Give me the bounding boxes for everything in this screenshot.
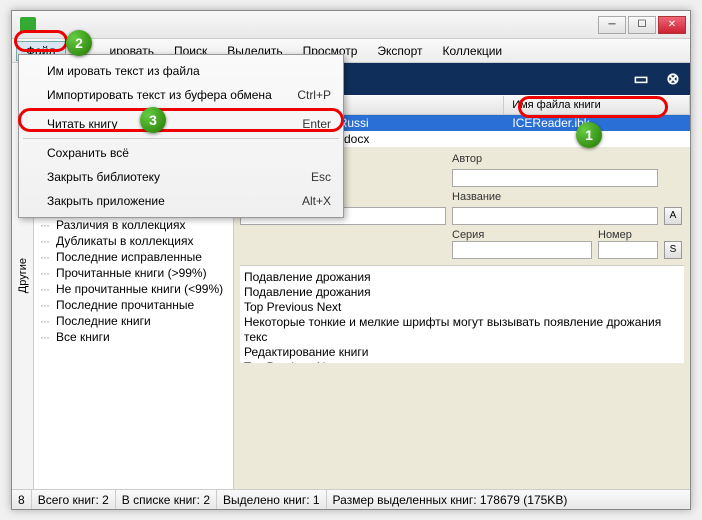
menu-close-app[interactable]: Закрыть приложение Alt+X [19,189,343,213]
file-menu-dropdown: Им ировать текст из файла Импортировать … [18,54,344,218]
tree-item[interactable]: Последние исправленные [42,249,225,265]
status-selected: Выделено книг: 1 [217,490,327,509]
tree-item[interactable]: Все книги [42,329,225,345]
input-author[interactable] [452,169,658,187]
text-line: Top Previous Next [244,360,680,363]
tree-item[interactable]: Последние книги [42,313,225,329]
menu-label: Закрыть библиотеку [47,170,160,184]
menu-save-all[interactable]: Сохранить всё [19,141,343,165]
titlebar: ─ ☐ ✕ [12,11,690,39]
tree-item[interactable]: Различия в коллекциях [42,217,225,233]
shortcut: Esc [311,170,331,184]
menu-label: Читать книгу [47,117,118,131]
maximize-button[interactable]: ☐ [628,16,656,34]
statusbar: 8 Всего книг: 2 В списке книг: 2 Выделен… [12,489,690,509]
separator [23,138,339,139]
tree: Различия в коллекциях Дубликаты в коллек… [34,213,233,349]
close-button[interactable]: ✕ [658,16,686,34]
menu-label: Сохранить всё [47,146,129,160]
window-icon[interactable]: ▭ [632,70,650,88]
text-line: Подавление дрожания [244,270,680,285]
menu-collections[interactable]: Коллекции [433,41,513,61]
minimize-button[interactable]: ─ [598,16,626,34]
tree-item[interactable]: Дубликаты в коллекциях [42,233,225,249]
btn-s[interactable]: S [664,241,682,259]
status-size: Размер выделенных книг: 178679 (175KB) [327,490,690,509]
status-cell: 8 [12,490,32,509]
menu-label: Импортировать текст из буфера обмена [47,88,272,102]
text-line: Подавление дрожания [244,285,680,300]
shortcut: Ctrl+P [297,88,331,102]
label-series: Серия [452,229,592,241]
menu-import-clipboard[interactable]: Импортировать текст из буфера обмена Ctrl… [19,83,343,107]
menu-import-file[interactable]: Им ировать текст из файла [19,59,343,83]
label-author: Автор [452,153,658,165]
text-preview: Подавление дрожания Подавление дрожания … [240,265,684,363]
menu-close-library[interactable]: Закрыть библиотеку Esc [19,165,343,189]
separator [23,109,339,110]
badge-1: 1 [576,122,602,148]
close-panel-icon[interactable]: ⊗ [664,70,682,88]
input-number[interactable] [598,241,658,259]
menu-read-book[interactable]: Читать книгу Enter [19,112,343,136]
tree-item[interactable]: Не прочитанные книги (<99%) [42,281,225,297]
main-window: ─ ☐ ✕ Файл ировать Поиск Выделить Просмо… [11,10,691,510]
input-title[interactable] [452,207,658,225]
app-icon [20,17,36,33]
label-number: Номер [598,229,658,241]
input-series[interactable] [452,241,592,259]
status-inlist: В списке книг: 2 [116,490,217,509]
menu-label: Закрыть приложение [47,194,165,208]
text-line: Некоторые тонкие и мелкие шрифты могут в… [244,315,680,345]
text-line: Top Previous Next [244,300,680,315]
text-line: Редактирование книги [244,345,680,360]
menu-label: Им ировать текст из файла [47,64,200,78]
label-title: Название [452,191,658,203]
btn-a[interactable]: A [664,207,682,225]
col-filename[interactable]: Имя файла книги [504,96,690,114]
badge-2: 2 [66,30,92,56]
tree-item[interactable]: Последние прочитанные [42,297,225,313]
shortcut: Alt+X [302,194,331,208]
tree-item[interactable]: Прочитанные книги (>99%) [42,265,225,281]
status-total: Всего книг: 2 [32,490,116,509]
menu-export[interactable]: Экспорт [367,41,432,61]
shortcut: Enter [302,117,331,131]
badge-3: 3 [140,107,166,133]
vertical-tab-label: Другие [17,258,29,293]
